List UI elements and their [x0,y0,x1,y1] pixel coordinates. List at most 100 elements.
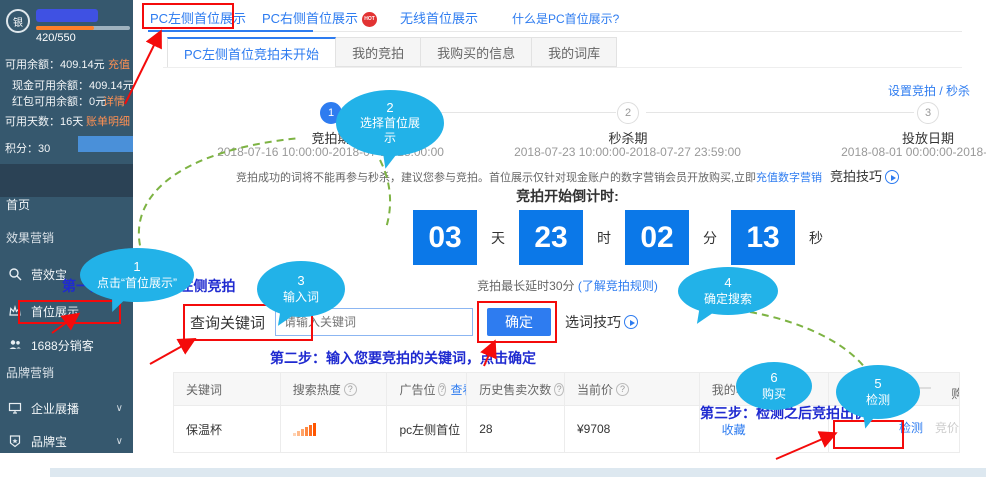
bubble-label: 选择首位展示 [360,116,420,146]
tab-wireless-shouwei[interactable]: 无线首位展示 [400,8,478,27]
callout-bubble-5: 5 检测 [836,365,920,419]
cell-history: 28 [467,406,565,452]
help-icon[interactable]: ? [344,383,357,396]
col-label: 当前价 [577,381,613,398]
sidebar-item-pinpaibao[interactable]: 品牌宝 ∨ [0,429,133,453]
bubble-number: 3 [297,273,304,289]
bubble-number: 6 [770,370,777,386]
bubble-number: 5 [874,376,881,392]
countdown-days-unit: 天 [491,228,505,248]
monitor-icon [8,401,22,415]
col-label: 历史售卖次数 [479,381,551,398]
recharge-link[interactable]: 充值 [108,56,130,72]
col-keyword: 关键词 [174,373,281,405]
level-score: 420/550 [36,32,76,44]
highlight-box-tab [142,3,234,29]
cell-keyword: 保温杯 [174,406,281,452]
auction-notice: 竞拍成功的词将不能再参与秒杀，建议您参与竞拍。首位展示仅针对现金账户的数字营销会… [173,166,962,185]
sidebar-item-label: 品牌宝 [31,433,67,450]
link-what-is-shouwei[interactable]: 什么是PC首位展示? [512,10,619,27]
col-label: 购买 [951,385,959,402]
col-heat: 搜索热度? [281,373,388,405]
step-connector [646,112,914,113]
detail-link[interactable]: 详情 [103,93,125,109]
view-link[interactable]: 查看 [451,381,468,398]
col-label: 广告位 [399,381,435,398]
sidebar-item-qiye-zhanbo[interactable]: 企业展播 ∨ [0,396,133,420]
play-video-icon[interactable] [885,170,899,184]
medal-icon: 银 [6,9,30,33]
highlight-box-confirm [477,301,557,343]
subtab-my-purchases[interactable]: 我购买的信息 [421,37,532,67]
bill-detail-link[interactable]: 账单明细 [86,113,130,129]
callout-bubble-1: 1 点击“首位展示” [80,248,194,302]
people-icon [8,338,22,352]
help-icon[interactable]: ? [616,383,629,396]
bubble-label: 输入词 [283,290,319,305]
col-label: 搜索热度 [293,381,341,398]
screen: 银 420/550 可用余额：409.14元 充值 现金可用余额：409.14元… [0,0,986,477]
tab-label: PC右侧首位展示 [262,11,358,26]
points-redacted [78,136,133,152]
bubble-label: 检测 [866,393,890,408]
chevron-down-icon[interactable]: ∨ [116,403,123,414]
step2-date: 2018-07-23 10:00:00-2018-07-27 23:59:00 [500,145,755,159]
sidebar-item-fenxiaoke[interactable]: 1688分销客 [0,333,133,357]
recharge-marketing-link[interactable]: 充值数字营销 [756,172,822,184]
step3-date: 2018-08-01 00:00:00-2018-08-31 [817,145,986,159]
level-progress-bar [36,26,130,30]
subtab-my-word-bank[interactable]: 我的词库 [532,37,617,67]
sidebar: 银 420/550 可用余额：409.14元 充值 现金可用余额：409.14元… [0,0,133,453]
sidebar-item-label: 首页 [6,196,30,213]
bubble-number: 1 [133,259,140,275]
cash-balance: 现金可用余额：409.14元 [12,77,134,93]
play-video-icon[interactable] [624,315,638,329]
col-price: 当前价? [565,373,700,405]
available-days: 可用天数：16天 [5,113,83,129]
points: 积分：30 [5,140,50,156]
bubble-label: 购买 [762,387,786,402]
help-icon[interactable]: ? [438,383,445,396]
callout-bubble-6: 6 购买 [736,362,812,410]
col-ad-slot: 广告位? 查看 [387,373,467,405]
delay-note-text: 竞拍最长延时30分 [477,279,574,293]
col-history: 历史售卖次数? [467,373,565,405]
sidebar-item-label: 1688分销客 [31,337,94,354]
cell-ad-slot: pc左侧首位 [387,406,467,452]
sidebar-item-home[interactable]: 首页 [0,192,133,216]
countdown-minutes-unit: 分 [703,228,717,248]
callout-bubble-4: 4 确定搜索 [678,267,778,315]
highlight-box-sidebar-shouwei [18,300,121,324]
chevron-down-icon[interactable]: ∨ [116,436,123,447]
favorite-link[interactable]: 收藏 [722,421,746,438]
auction-tips-label: 竞拍技巧 [830,169,882,184]
step3-circle: 3 [917,102,939,124]
sidebar-section-brand-marketing: 品牌营销 [6,364,54,381]
subtab-my-auction[interactable]: 我的竞拍 [336,37,421,67]
auction-rules-link[interactable]: (了解竞拍规则) [578,279,658,293]
cell-price: ¥9708 [565,406,700,452]
subtab-auction-not-started[interactable]: PC左侧首位竞拍未开始 [167,37,336,67]
available-balance: 可用余额：409.14元 [5,56,105,72]
step2-circle: 2 [617,102,639,124]
hot-icon: HOT [362,12,377,27]
cell-heat [281,406,388,452]
active-tab-underline [148,30,313,32]
bubble-label: 点击“首位展示” [97,276,177,291]
countdown-hours: 23 [519,210,583,265]
countdown-days: 03 [413,210,477,265]
tab-pc-right-shouwei[interactable]: PC右侧首位展示 HOT [262,8,377,27]
countdown-seconds-unit: 秒 [809,228,823,248]
settings-auction-link[interactable]: 设置竞拍 / 秒杀 [888,82,970,99]
sub-tabs: PC左侧首位竞拍未开始 我的竞拍 我购买的信息 我的词库 [167,37,617,67]
heat-bars-icon [293,423,316,436]
callout-bubble-3: 3 输入词 [257,261,345,317]
countdown-title: 竞拍开始倒计时: [173,186,962,206]
bubble-label: 确定搜索 [704,292,752,307]
help-icon[interactable]: ? [554,383,564,396]
sidebar-item-label: 企业展播 [31,400,79,417]
bubble-number: 2 [386,100,393,116]
word-tips-label: 选词技巧 [565,312,621,332]
callout-bubble-2: 2 选择首位展示 [336,90,444,156]
tutorial-step2-text: 第二步：输入您要竞拍的关键词，点击确定 [270,348,536,368]
